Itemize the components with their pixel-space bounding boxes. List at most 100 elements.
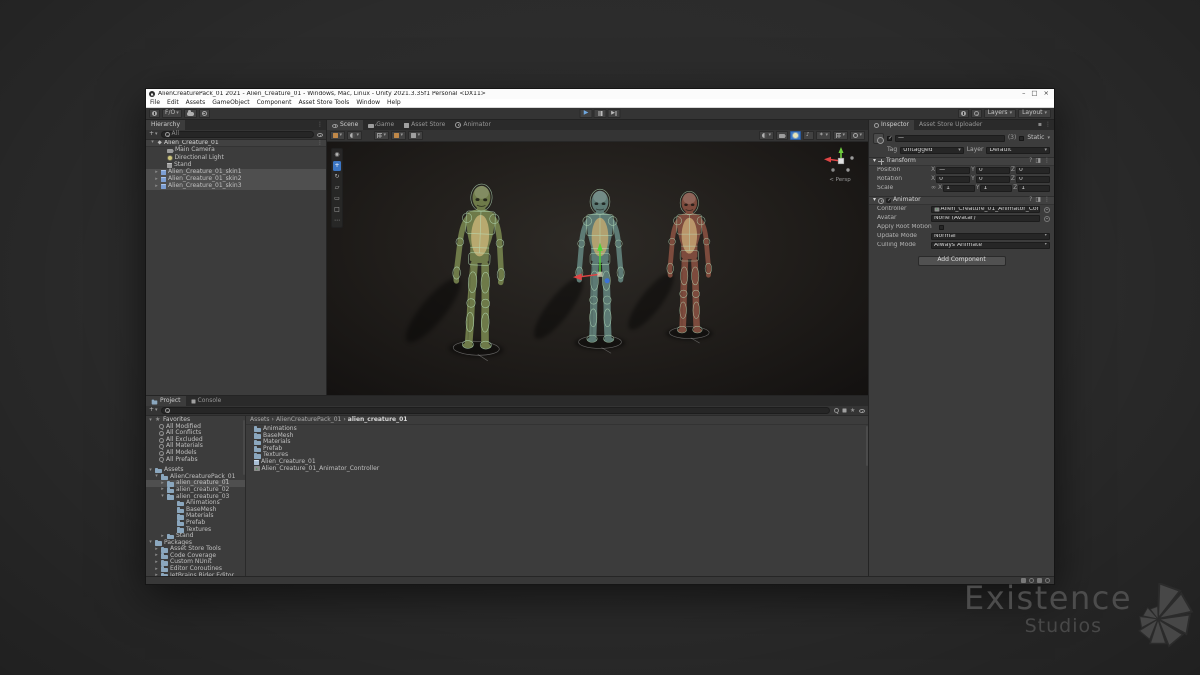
grid-visibility-dropdown[interactable]: ▾ [374, 131, 389, 140]
asset-row[interactable]: Alien_Creature_01_Animator_Controller [246, 466, 868, 473]
account-button[interactable] [149, 109, 160, 118]
effects-dropdown[interactable]: ▾ [816, 131, 831, 140]
view-options-dropdown[interactable]: ▾ [347, 131, 362, 140]
foldout-icon[interactable]: ▾ [873, 197, 876, 204]
hidden-objects-dropdown[interactable]: ▾ [833, 131, 848, 140]
link-scale-icon[interactable]: ∞ [931, 185, 936, 192]
folder-row[interactable]: ▸ Stand [146, 533, 245, 540]
tab-console[interactable]: Console [186, 396, 227, 406]
move-tool-button[interactable]: + [333, 161, 341, 171]
scale-y-field[interactable]: 1 [980, 185, 1012, 192]
close-button[interactable]: × [1044, 90, 1049, 97]
tab-scene[interactable]: Scene [327, 120, 363, 130]
tab-game[interactable]: Game [363, 120, 399, 130]
persp-label[interactable]: < Persp [818, 177, 862, 183]
menu-gameobject[interactable]: GameObject [212, 100, 249, 107]
static-checkbox[interactable] [1019, 136, 1024, 141]
preset-icon[interactable]: ◨ [1035, 197, 1041, 204]
search-by-label-icon[interactable] [843, 409, 847, 413]
rotate-tool-button[interactable]: ↻ [333, 172, 341, 182]
scale-tool-button[interactable]: ▱ [333, 183, 341, 193]
expander-icon[interactable]: ▾ [160, 494, 165, 500]
editor-search-button[interactable] [971, 109, 982, 118]
kebab-menu-icon[interactable]: ⋮ [1044, 158, 1050, 165]
tab-asset-store[interactable]: Asset Store [399, 120, 450, 130]
add-component-button[interactable]: Add Component [918, 256, 1006, 266]
asset-row[interactable]: Textures [246, 452, 868, 459]
expander-icon[interactable]: ▾ [154, 474, 159, 480]
search-by-type-icon[interactable] [833, 408, 839, 414]
custom-tool-button[interactable]: ⋯ [333, 216, 341, 226]
animator-enabled-checkbox[interactable] [886, 198, 891, 203]
cloud-button[interactable] [184, 109, 197, 118]
step-button[interactable]: ▶ [608, 109, 621, 118]
position-y-field[interactable]: 0 [976, 167, 1010, 174]
minimize-button[interactable]: – [1022, 90, 1025, 97]
help-icon[interactable]: ? [1029, 197, 1032, 204]
snap-settings-dropdown[interactable]: ▾ [391, 131, 406, 140]
hierarchy-search-input[interactable]: All [161, 131, 314, 138]
static-flags-dropdown[interactable]: ▾ [1047, 136, 1050, 142]
panel-menu-icon[interactable]: ⋮ [317, 122, 323, 129]
asset-row[interactable]: Animations [246, 426, 868, 433]
active-checkbox[interactable] [887, 136, 892, 141]
help-icon[interactable]: ? [1029, 158, 1032, 165]
asset-row[interactable]: BaseMesh [246, 433, 868, 440]
menu-help[interactable]: Help [387, 100, 401, 107]
settings-button[interactable] [199, 109, 210, 118]
scene-root-row[interactable]: ▾ Alien_Creature_01 ⋮ [146, 140, 326, 147]
layers-dropdown[interactable]: Layers ▾ [984, 109, 1016, 118]
breadcrumb-current[interactable]: alien_creature_01 [348, 417, 408, 424]
position-z-field[interactable]: 0 [1016, 167, 1050, 174]
expander-icon[interactable]: ▸ [154, 184, 159, 190]
asset-row[interactable]: Materials [246, 439, 868, 446]
expander-icon[interactable]: ▸ [154, 170, 159, 176]
object-picker-icon[interactable] [1044, 216, 1050, 222]
scale-x-field[interactable]: 1 [943, 185, 975, 192]
name-field[interactable]: — [895, 135, 1005, 142]
tab-animator[interactable]: Animator [450, 120, 496, 130]
update-mode-dropdown[interactable]: Normal▾ [931, 233, 1050, 240]
tree-scrollbar[interactable] [243, 420, 246, 475]
menu-edit[interactable]: Edit [167, 100, 179, 107]
menu-assets[interactable]: Assets [186, 100, 206, 107]
transform-header[interactable]: ▾ Transform ?◨⋮ [869, 157, 1054, 166]
hierarchy-row[interactable]: Main Camera [146, 147, 326, 154]
scene-camera-button[interactable] [776, 131, 788, 140]
menu-asset-store-tools[interactable]: Asset Store Tools [298, 100, 349, 107]
increment-snap-dropdown[interactable]: ▾ [408, 131, 423, 140]
undo-history-button[interactable] [958, 109, 969, 118]
tab-asset-store-uploader[interactable]: Asset Store Uploader [914, 120, 987, 130]
menu-file[interactable]: File [150, 100, 160, 107]
scene-visibility-icon[interactable] [317, 133, 323, 137]
view-tool-button[interactable]: ◉ [333, 150, 341, 160]
expander-icon[interactable]: ▾ [148, 540, 153, 546]
tab-inspector[interactable]: Inspector [869, 120, 914, 130]
preset-icon[interactable]: ◨ [1035, 158, 1041, 165]
scene-viewport[interactable]: ◉ + ↻ ▱ ▭ □ ⋯ [327, 142, 868, 395]
kebab-menu-icon[interactable]: ⋮ [1044, 197, 1050, 204]
rotation-x-field[interactable]: 0 [936, 176, 970, 183]
favorite-row[interactable]: All Prefabs [146, 457, 245, 464]
layout-dropdown[interactable]: Layout ▾ [1018, 109, 1051, 118]
culling-mode-dropdown[interactable]: Always Animate▾ [931, 242, 1050, 249]
asset-row[interactable]: Prefab [246, 446, 868, 453]
lock-icon[interactable]: ▪ [1038, 122, 1042, 129]
kebab-menu-icon[interactable]: ⋮ [317, 140, 326, 146]
hidden-packages-icon[interactable] [859, 409, 865, 413]
rotation-y-field[interactable]: 0 [976, 176, 1010, 183]
root-motion-checkbox[interactable] [939, 225, 944, 230]
pause-button[interactable] [594, 109, 607, 118]
menu-component[interactable]: Component [257, 100, 292, 107]
expander-icon[interactable]: ▸ [154, 560, 159, 566]
tab-hierarchy[interactable]: Hierarchy [146, 120, 185, 130]
expander-icon[interactable]: ▾ [148, 468, 153, 474]
transform-tool-button[interactable]: □ [333, 205, 341, 215]
kebab-menu-icon[interactable]: ⋮ [1045, 122, 1051, 129]
avatar-object-field[interactable]: None (Avatar) [931, 215, 1040, 222]
camera-settings-dropdown[interactable]: ▾ [759, 131, 774, 140]
version-control-button[interactable]: F/O ▾ [162, 109, 182, 118]
scene-lighting-toggle[interactable] [790, 131, 801, 140]
project-search-input[interactable] [161, 407, 830, 414]
save-search-icon[interactable] [850, 408, 856, 414]
